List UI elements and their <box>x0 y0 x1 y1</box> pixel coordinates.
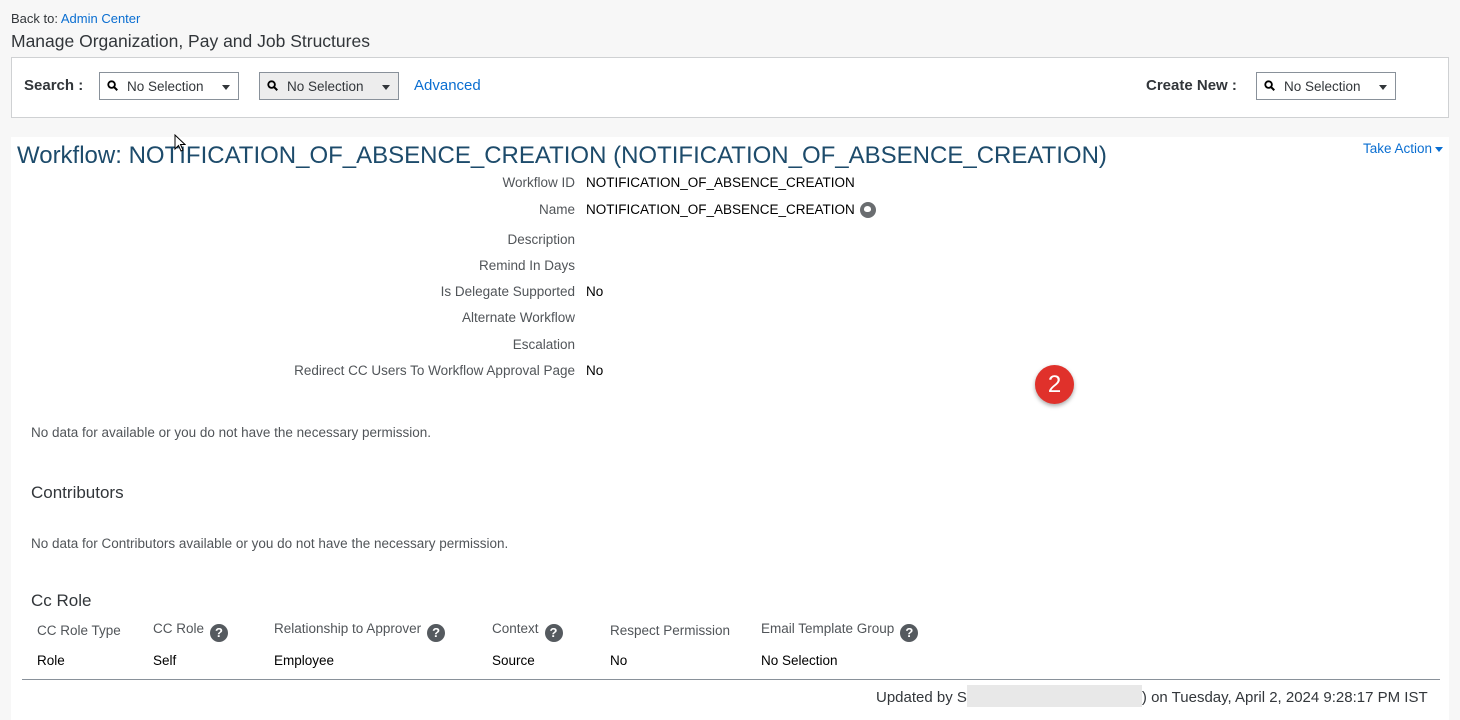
no-data-message: No data for available or you do not have… <box>31 425 431 440</box>
field-label: Is Delegate Supported <box>440 284 575 299</box>
redacted-name <box>966 685 1142 707</box>
field-label: Alternate Workflow <box>461 310 575 325</box>
col-header-relationship: Relationship to Approver <box>274 621 422 636</box>
chevron-down-icon <box>1435 146 1444 152</box>
contributors-title: Contributors <box>31 483 124 502</box>
chevron-down-icon <box>222 85 230 90</box>
contributors-no-data: No data for Contributors available or yo… <box>31 536 509 551</box>
cell-email-template: No Selection <box>761 653 838 668</box>
field-value: NOTIFICATION_OF_ABSENCE_CREATION <box>586 175 855 190</box>
dropdown-value: No Selection <box>127 79 204 94</box>
col-header-respect-permission: Respect Permission <box>610 623 731 638</box>
chevron-down-icon <box>1379 85 1387 90</box>
take-action-menu[interactable]: Take Action <box>1363 141 1444 156</box>
step-badge: 2 <box>1035 365 1074 404</box>
field-label: Description <box>507 232 575 247</box>
search-bar: Search : No Selection No Selection Advan… <box>11 57 1449 118</box>
take-action-label: Take Action <box>1363 141 1433 156</box>
chevron-down-icon <box>382 85 390 90</box>
page-title: Manage Organization, Pay and Job Structu… <box>11 31 370 51</box>
search-label: Search : <box>24 77 84 94</box>
field-value-wrap: NOTIFICATION_OF_ABSENCE_CREATION <box>586 202 876 218</box>
workflow-panel: Workflow: NOTIFICATION_OF_ABSENCE_CREATI… <box>11 137 1449 720</box>
search-record-dropdown[interactable]: No Selection <box>259 72 399 100</box>
field-label: Redirect CC Users To Workflow Approval P… <box>294 363 575 378</box>
globe-icon[interactable] <box>859 202 876 218</box>
col-header-email-template: Email Template Group <box>761 621 895 636</box>
cell-relationship: Employee <box>274 653 335 668</box>
field-name: Name NOTIFICATION_OF_ABSENCE_CREATION <box>11 202 1011 222</box>
cell-cc-role: Self <box>153 653 177 668</box>
create-new-dropdown[interactable]: No Selection <box>1256 72 1396 100</box>
col-header-email-template-wrap: Email Template Group? <box>761 621 919 642</box>
col-header-cc-role-wrap: CC Role? <box>153 621 229 642</box>
search-icon <box>267 80 278 91</box>
col-header-cc-role-type: CC Role Type <box>37 623 121 638</box>
advanced-search-link[interactable]: Advanced <box>414 77 481 94</box>
field-value: No <box>586 363 604 378</box>
search-icon <box>1264 80 1275 91</box>
field-label: Workflow ID <box>502 175 575 190</box>
question-icon[interactable]: ? <box>544 624 563 642</box>
field-description: Description <box>11 232 1011 252</box>
field-label: Escalation <box>512 337 575 352</box>
dropdown-value: No Selection <box>1284 79 1361 94</box>
field-redirect-cc-users: Redirect CC Users To Workflow Approval P… <box>11 363 1011 383</box>
col-header-context-wrap: Context? <box>492 621 563 642</box>
cell-respect-permission: No <box>610 653 628 668</box>
search-icon <box>107 80 118 91</box>
dropdown-value: No Selection <box>287 79 364 94</box>
admin-center-link[interactable]: Admin Center <box>61 11 140 26</box>
updated-prefix: Updated by S <box>876 689 967 706</box>
field-label: Remind In Days <box>478 258 575 273</box>
cell-context: Source <box>492 653 535 668</box>
question-icon[interactable]: ? <box>900 624 919 642</box>
updated-suffix: ) on Tuesday, April 2, 2024 9:28:17 PM I… <box>1141 689 1428 706</box>
field-value: No <box>586 284 604 299</box>
col-header-relationship-wrap: Relationship to Approver? <box>274 621 446 642</box>
updated-by-footer: Updated by S ) on Tuesday, April 2, 2024 … <box>876 685 1428 707</box>
back-prefix: Back to: <box>11 11 58 26</box>
field-label: Name <box>538 202 575 217</box>
cell-cc-role-type: Role <box>37 653 65 668</box>
cc-role-title: Cc Role <box>31 591 92 610</box>
field-remind-in-days: Remind In Days <box>11 258 1011 278</box>
mouse-pointer-icon <box>174 134 186 152</box>
question-icon[interactable]: ? <box>427 624 446 642</box>
back-link-row: Back to: Admin Center <box>11 11 140 26</box>
field-is-delegate-supported: Is Delegate Supported No <box>11 284 1011 304</box>
question-icon[interactable]: ? <box>210 624 229 642</box>
create-new-label: Create New : <box>1146 77 1237 94</box>
search-object-dropdown[interactable]: No Selection <box>99 72 239 100</box>
divider <box>22 679 1440 680</box>
field-escalation: Escalation <box>11 337 1011 357</box>
field-workflow-id: Workflow ID NOTIFICATION_OF_ABSENCE_CREA… <box>11 175 1011 195</box>
col-header-cc-role: CC Role <box>153 621 205 636</box>
field-alternate-workflow: Alternate Workflow <box>11 310 1011 330</box>
field-value: NOTIFICATION_OF_ABSENCE_CREATION <box>586 202 855 217</box>
col-header-context: Context <box>492 621 539 636</box>
